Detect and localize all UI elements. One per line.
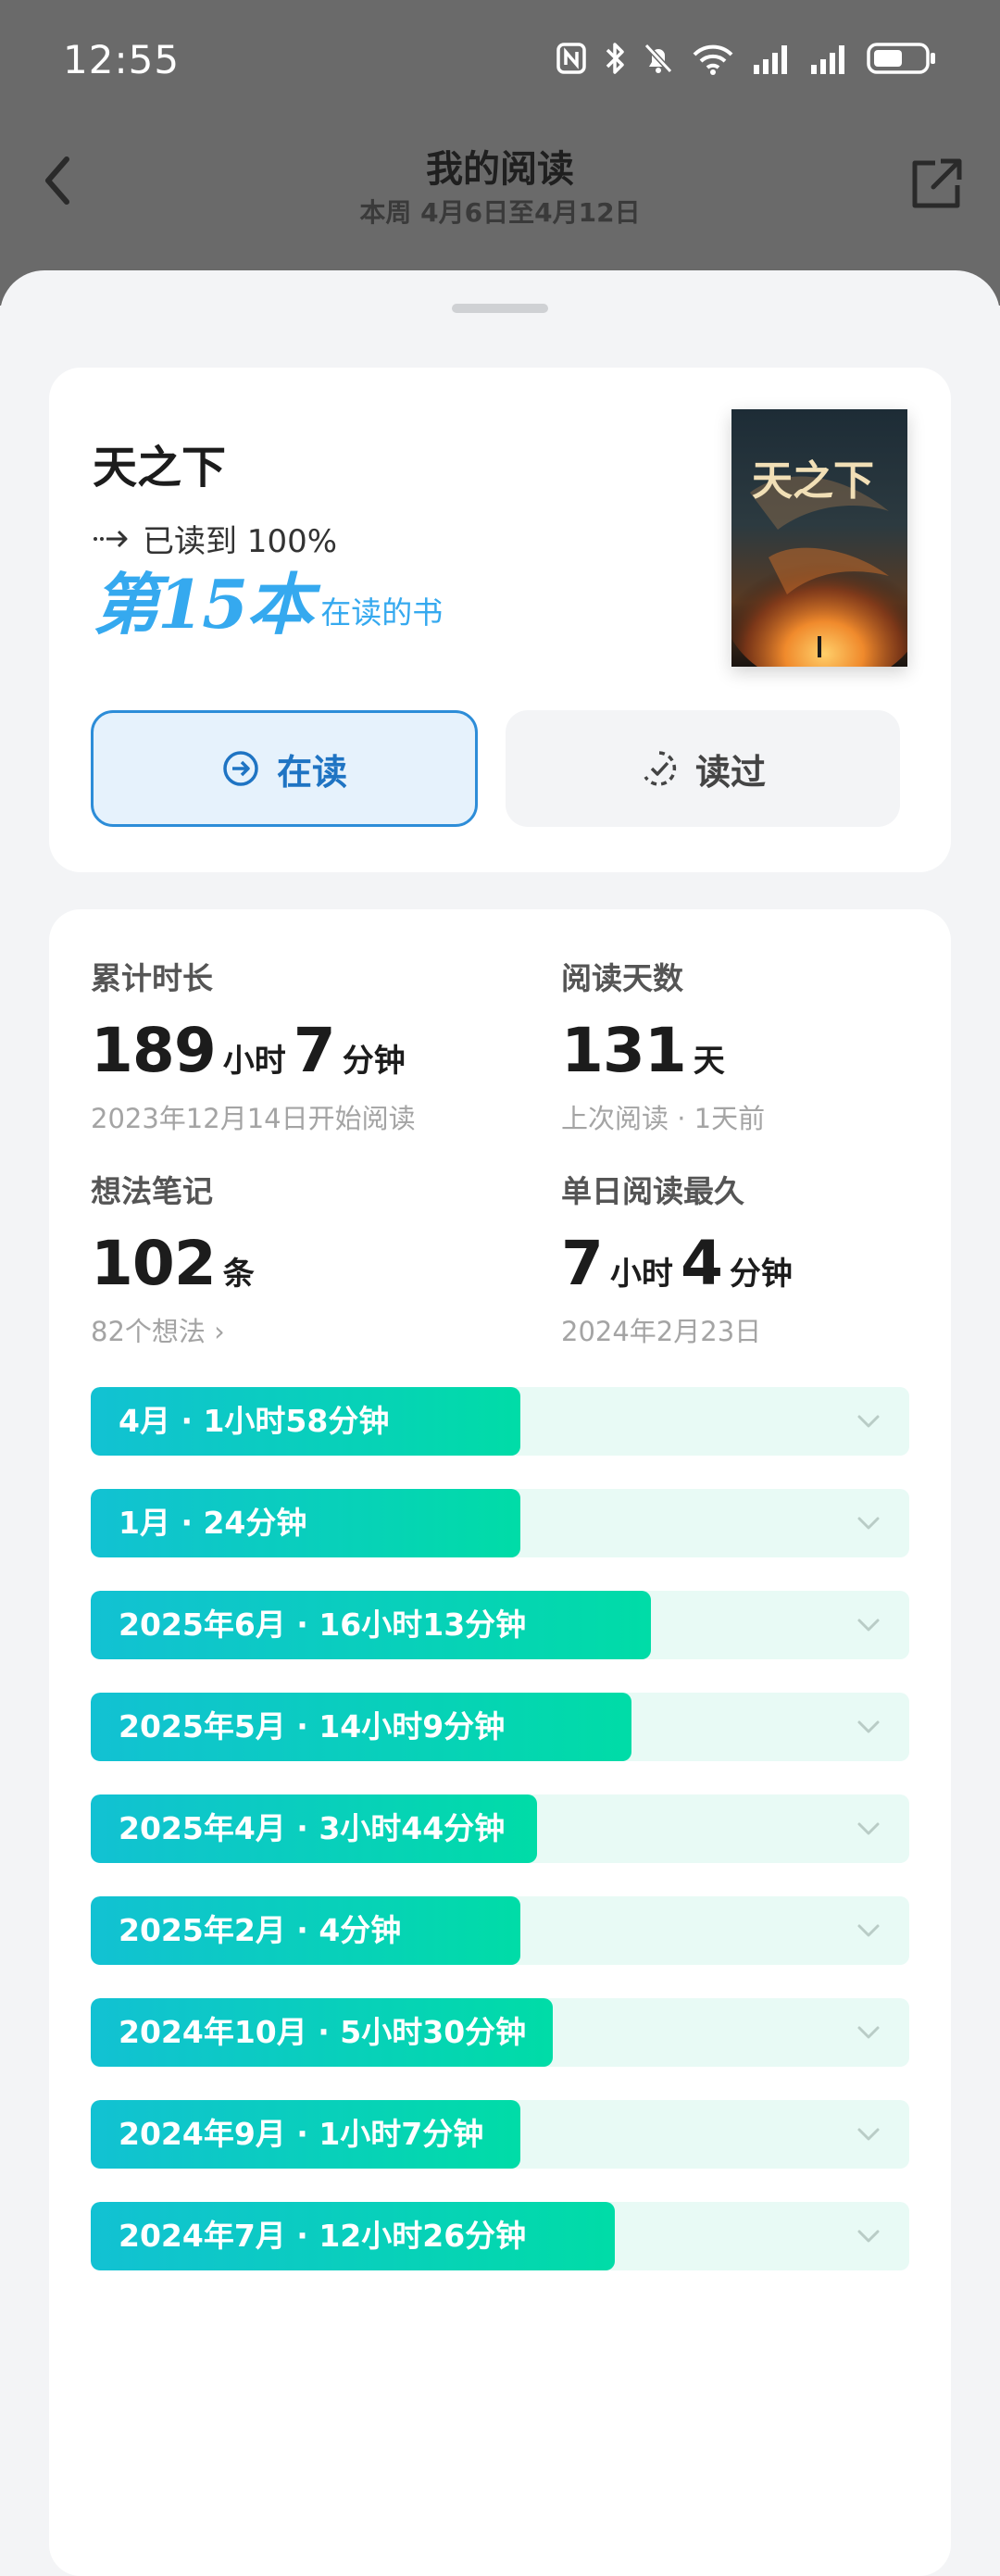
stat-notes[interactable]: 想法笔记 102 条 82个想法 › bbox=[91, 1167, 255, 1349]
book-rank: 第15本 在读的书 bbox=[93, 571, 443, 638]
month-row[interactable]: 1月 · 24分钟 bbox=[91, 1489, 909, 1557]
month-label: 2025年4月 · 3小时44分钟 bbox=[119, 1810, 506, 1846]
status-icons bbox=[556, 41, 937, 76]
stat-total-time: 累计时长 189 小时 7 分钟 2023年12月14日开始阅读 bbox=[91, 954, 416, 1136]
rank-suffix: 在读的书 bbox=[320, 594, 444, 631]
stat-value: 102 条 bbox=[91, 1228, 255, 1299]
stat-value: 189 小时 7 分钟 bbox=[91, 1015, 416, 1086]
longest-minutes: 4 bbox=[680, 1228, 723, 1299]
notes-unit: 条 bbox=[222, 1256, 255, 1293]
arrow-right-icon bbox=[94, 530, 128, 547]
finished-status-button[interactable]: 读过 bbox=[506, 710, 900, 827]
check-dashed-circle-icon bbox=[644, 751, 677, 786]
month-row[interactable]: 2025年6月 · 16小时13分钟 bbox=[91, 1591, 909, 1659]
stat-sub: 2023年12月14日开始阅读 bbox=[91, 1103, 416, 1134]
status-bar: 12:55 bbox=[0, 0, 1000, 125]
month-row[interactable]: 2025年4月 · 3小时44分钟 bbox=[91, 1794, 909, 1863]
book-title: 天之下 bbox=[93, 442, 227, 494]
chevron-down-icon[interactable] bbox=[856, 1919, 881, 1942]
wifi-icon bbox=[693, 44, 733, 75]
reading-progress: 已读到 100% bbox=[93, 516, 337, 561]
signal-icon bbox=[754, 45, 787, 74]
month-label: 2025年6月 · 16小时13分钟 bbox=[119, 1607, 527, 1643]
nfc-icon bbox=[556, 43, 586, 74]
status-time: 12:55 bbox=[63, 37, 181, 82]
month-label: 4月 · 1小时58分钟 bbox=[119, 1403, 390, 1439]
reading-status-label: 在读 bbox=[276, 751, 347, 793]
rank-number: 第15本 bbox=[93, 565, 313, 644]
total-minutes: 7 bbox=[293, 1015, 336, 1086]
month-label: 2024年10月 · 5小时30分钟 bbox=[119, 2014, 527, 2050]
month-row[interactable]: 2024年7月 · 12小时26分钟 bbox=[91, 2202, 909, 2270]
stat-reading-days: 阅读天数 131 天 上次阅读 · 1天前 bbox=[561, 954, 765, 1136]
month-row[interactable]: 4月 · 1小时58分钟 bbox=[91, 1387, 909, 1456]
month-row[interactable]: 2025年2月 · 4分钟 bbox=[91, 1896, 909, 1965]
stat-value: 131 天 bbox=[561, 1015, 765, 1086]
minutes-unit: 分钟 bbox=[342, 1043, 406, 1080]
notes-value: 102 bbox=[91, 1228, 217, 1299]
cover-title: 天之下 bbox=[752, 457, 874, 505]
month-label: 2024年9月 · 1小时7分钟 bbox=[119, 2116, 484, 2152]
stat-label: 想法笔记 bbox=[91, 1173, 213, 1209]
stat-sub: 2024年2月23日 bbox=[561, 1316, 762, 1347]
stat-label: 累计时长 bbox=[91, 960, 213, 996]
stat-label: 阅读天数 bbox=[561, 960, 683, 996]
total-hours: 189 bbox=[91, 1015, 217, 1086]
chevron-down-icon[interactable] bbox=[856, 1410, 881, 1432]
progress-text: 已读到 100% bbox=[143, 523, 338, 560]
minutes-unit: 分钟 bbox=[729, 1256, 793, 1293]
chevron-down-icon[interactable] bbox=[856, 1716, 881, 1738]
battery-icon bbox=[867, 43, 935, 74]
chevron-down-icon[interactable] bbox=[856, 2123, 881, 2145]
month-label: 2025年2月 · 4分钟 bbox=[119, 1912, 402, 1948]
days-unit: 天 bbox=[693, 1043, 725, 1080]
reading-status-button[interactable]: 在读 bbox=[91, 710, 478, 827]
hours-unit: 小时 bbox=[609, 1256, 673, 1293]
chevron-down-icon[interactable] bbox=[856, 2225, 881, 2247]
page-subtitle: 本周 4月6日至4月12日 bbox=[359, 197, 641, 228]
month-row[interactable]: 2024年10月 · 5小时30分钟 bbox=[91, 1998, 909, 2067]
chevron-down-icon[interactable] bbox=[856, 1818, 881, 1840]
hours-unit: 小时 bbox=[222, 1043, 286, 1080]
month-label: 1月 · 24分钟 bbox=[119, 1505, 307, 1541]
month-row[interactable]: 2024年9月 · 1小时7分钟 bbox=[91, 2100, 909, 2169]
sheet-drag-handle[interactable] bbox=[452, 304, 548, 313]
month-label: 2025年5月 · 14小时9分钟 bbox=[119, 1708, 506, 1744]
chevron-down-icon[interactable] bbox=[856, 2021, 881, 2044]
book-card[interactable]: 天之下 已读到 100% 第15本 在读的书 天之下 在读 读过 bbox=[49, 368, 951, 872]
arrow-circle-icon bbox=[223, 751, 258, 786]
share-button[interactable] bbox=[907, 156, 965, 213]
stat-label: 单日阅读最久 bbox=[561, 1173, 744, 1209]
stat-value: 7 小时 4 分钟 bbox=[561, 1228, 793, 1299]
chevron-down-icon[interactable] bbox=[856, 1614, 881, 1636]
book-cover[interactable]: 天之下 bbox=[731, 409, 907, 667]
bluetooth-icon bbox=[606, 43, 624, 74]
page-title: 我的阅读 bbox=[426, 148, 574, 191]
days-value: 131 bbox=[561, 1015, 687, 1086]
mute-bell-icon bbox=[644, 43, 673, 74]
finished-status-label: 读过 bbox=[694, 751, 766, 793]
signal-icon-2 bbox=[811, 45, 844, 74]
month-label: 2024年7月 · 12小时26分钟 bbox=[119, 2218, 527, 2254]
header-backdrop: 12:55 我的阅读 本周 4月6日至4月12日 bbox=[0, 0, 1000, 306]
chevron-down-icon[interactable] bbox=[856, 1512, 881, 1534]
month-row[interactable]: 2025年5月 · 14小时9分钟 bbox=[91, 1693, 909, 1761]
stat-longest-day: 单日阅读最久 7 小时 4 分钟 2024年2月23日 bbox=[561, 1167, 793, 1349]
longest-hours: 7 bbox=[561, 1228, 604, 1299]
stat-sub: 上次阅读 · 1天前 bbox=[561, 1103, 766, 1134]
notes-link[interactable]: 82个想法 › bbox=[91, 1310, 255, 1349]
